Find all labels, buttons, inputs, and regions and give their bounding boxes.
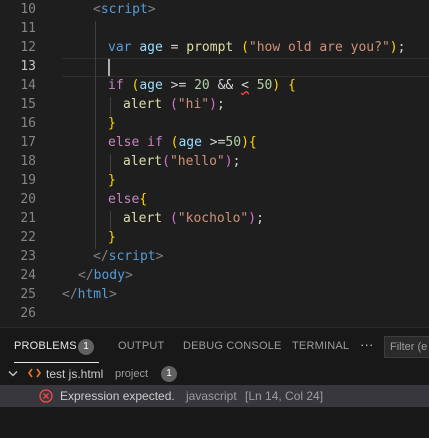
line-number: 19	[20, 173, 36, 188]
code-line: 12 var age = prompt ("how old are you?")…	[0, 38, 429, 57]
problem-file-name: test js.html	[46, 367, 104, 381]
code-line: 26	[0, 304, 429, 323]
tab-output[interactable]: OUTPUT	[118, 340, 164, 352]
code-line: 13	[0, 57, 429, 76]
code-line: 24 </body>	[0, 266, 429, 285]
code-line: 23 </script>	[0, 247, 429, 266]
line-number: 22	[20, 230, 36, 245]
code-line: 14 if (age >= 20 && < 50) {	[0, 76, 429, 95]
code-line: 20 else{	[0, 190, 429, 209]
line-number: 11	[20, 21, 36, 36]
more-actions-icon[interactable]: ···	[360, 337, 374, 352]
panel-tabs: PROBLEMS 1 OUTPUT DEBUG CONSOLE TERMINAL…	[0, 328, 429, 366]
problem-file-folder: project	[115, 368, 149, 380]
code-line: 16 }	[0, 114, 429, 133]
problem-item[interactable]: Expression expected. javascript [Ln 14, …	[0, 385, 429, 407]
syntax-error-squiggle: <	[241, 78, 249, 93]
line-number: 24	[20, 268, 36, 283]
tab-debug-console[interactable]: DEBUG CONSOLE	[183, 340, 282, 352]
line-number: 20	[20, 192, 36, 207]
problem-location: [Ln 14, Col 24]	[245, 389, 324, 403]
line-number: 12	[20, 40, 36, 55]
line-number: 18	[20, 154, 36, 169]
line-number: 15	[20, 97, 36, 112]
code-line: 22 }	[0, 228, 429, 247]
line-number: 13	[20, 59, 36, 74]
problem-message: Expression expected.	[60, 389, 175, 403]
line-number: 23	[20, 249, 36, 264]
error-icon	[39, 389, 53, 403]
line-number: 14	[20, 78, 36, 93]
code-line: 11	[0, 19, 429, 38]
code-line: 25 </html>	[0, 285, 429, 304]
active-tab-indicator	[14, 362, 99, 363]
code-line: 15 alert ("hi");	[0, 95, 429, 114]
line-number: 16	[20, 116, 36, 131]
problem-source: javascript	[186, 389, 237, 403]
bottom-panel: PROBLEMS 1 OUTPUT DEBUG CONSOLE TERMINAL…	[0, 327, 429, 438]
line-number: 21	[20, 211, 36, 226]
line-number: 10	[20, 2, 36, 17]
tab-problems[interactable]: PROBLEMS	[14, 340, 77, 352]
code-line: 21 alert ("kocholo");	[0, 209, 429, 228]
filter-input[interactable]: Filter (e	[384, 336, 429, 358]
code-line: 18 alert("hello");	[0, 152, 429, 171]
problems-count-badge: 1	[78, 339, 94, 355]
code-line: 19 }	[0, 171, 429, 190]
code-line: 10 <script>	[0, 0, 429, 19]
code-line: 17 else if (age >=50){	[0, 133, 429, 152]
file-problem-count-badge: 1	[161, 366, 177, 382]
html-file-icon	[28, 368, 41, 378]
tab-terminal[interactable]: TERMINAL	[292, 340, 349, 352]
line-number: 17	[20, 135, 36, 150]
chevron-down-icon[interactable]	[8, 370, 18, 378]
line-number: 26	[20, 306, 36, 321]
code-editor[interactable]: 10 <script> 11 12 var age = prompt ("how…	[0, 0, 429, 327]
problem-file-row[interactable]: test js.html project 1	[0, 364, 429, 384]
line-number: 25	[20, 287, 36, 302]
